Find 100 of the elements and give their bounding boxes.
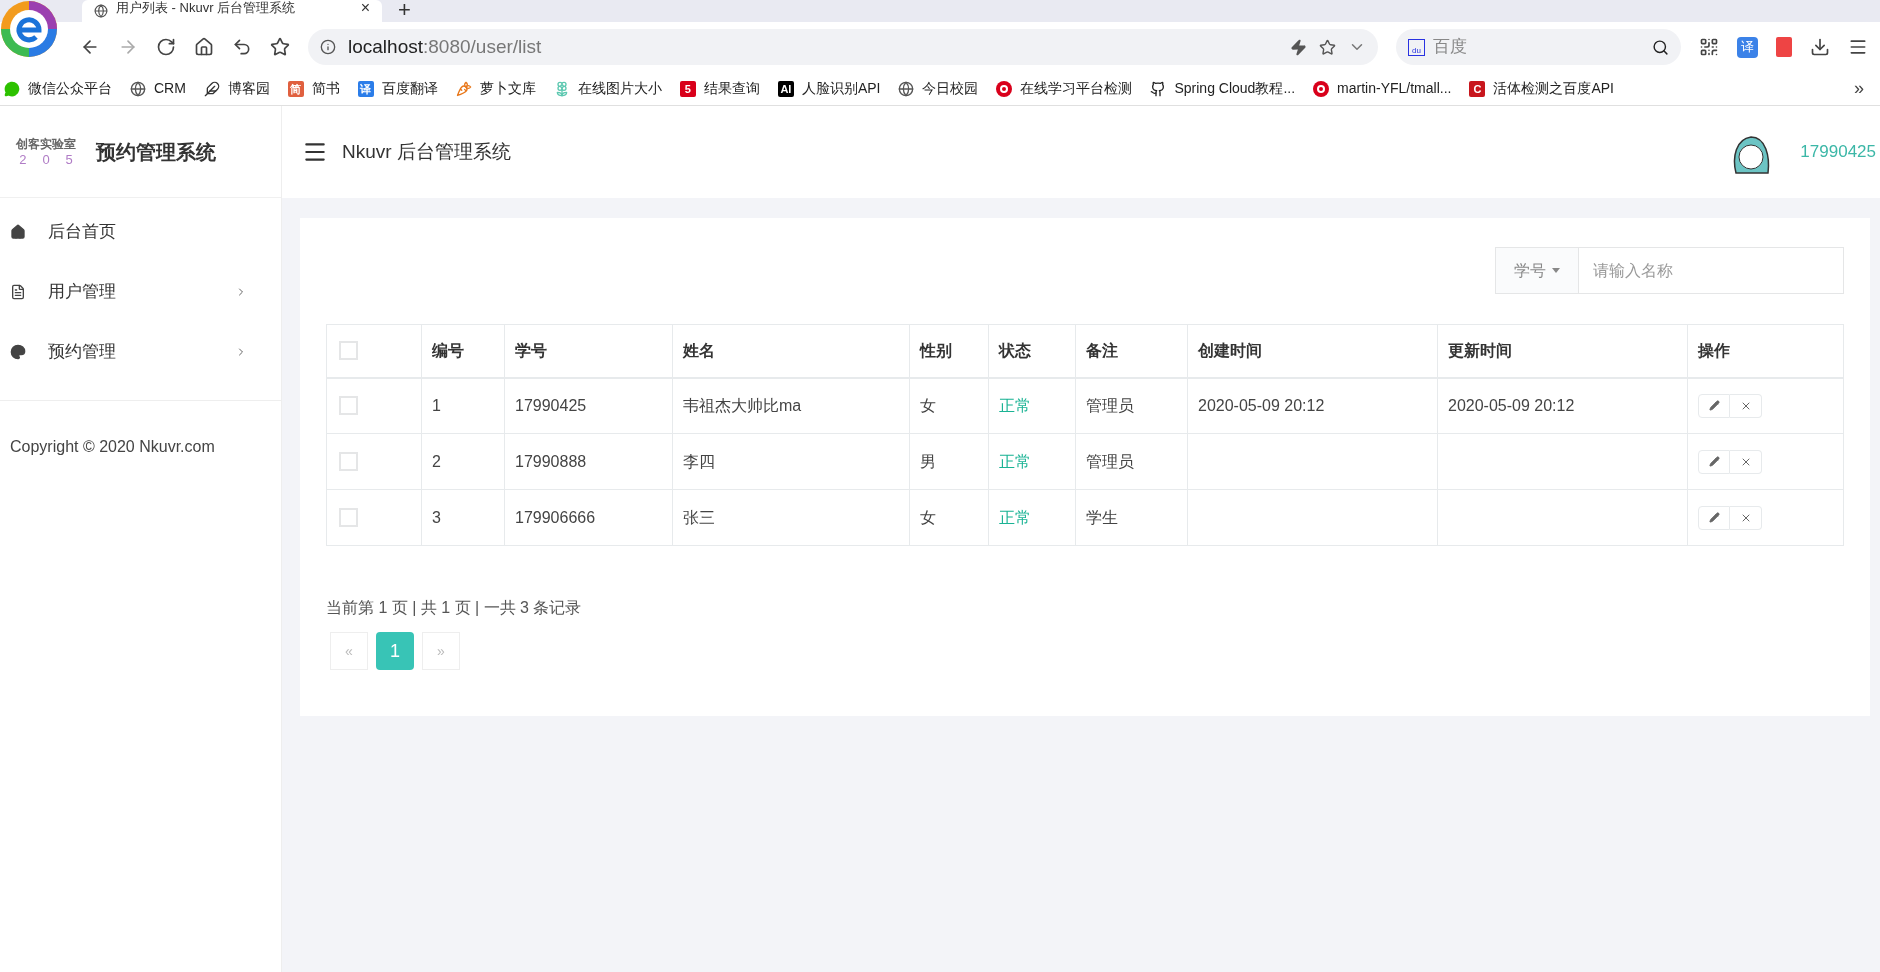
search-input[interactable]: 请输入名称 (1579, 247, 1844, 294)
caret-icon (1552, 268, 1560, 273)
table-cell: 张三 (683, 508, 715, 526)
table-cell: 李四 (683, 452, 715, 470)
table-cell: 女 (920, 396, 936, 414)
checkbox[interactable] (339, 396, 358, 416)
sidebar-item[interactable]: 用户管理 (0, 262, 281, 322)
table-cell: 3 (432, 508, 441, 526)
tab-title[interactable]: 用户列表 - Nkuvr 后台管理系统 (116, 1, 296, 15)
feather-icon (203, 80, 220, 97)
column-header: 操作 (1687, 324, 1844, 378)
logo-text: 创客实验室 (16, 137, 76, 150)
badge-icon: C (1469, 80, 1486, 97)
checkbox[interactable] (339, 341, 358, 361)
more-bookmarks[interactable]: » (1854, 75, 1864, 102)
column-header: 学号 (504, 324, 673, 378)
star-icon[interactable] (270, 37, 290, 57)
home-icon[interactable] (194, 37, 214, 57)
url-text: localhost:8080/user/list (348, 34, 542, 59)
bookmark[interactable]: Spring Cloud教程... (1174, 78, 1296, 99)
table-cell: 17990888 (515, 452, 587, 470)
bookmark[interactable]: 在线学习平台检测 (1020, 78, 1133, 99)
lightning-icon[interactable] (1290, 38, 1307, 56)
table-cell: 学生 (1086, 508, 1118, 526)
header-title: Nkuvr 后台管理系统 (342, 139, 511, 164)
column-header: 创建时间 (1187, 324, 1438, 378)
bookmark[interactable]: 简书 (311, 78, 340, 99)
column-header: 姓名 (672, 324, 910, 378)
table-cell: 17990425 (515, 396, 587, 414)
column-header: 性别 (909, 324, 989, 378)
qr-code-icon[interactable] (1699, 37, 1719, 57)
undo-icon[interactable] (232, 37, 252, 57)
bookmark[interactable]: martin-YFL/tmall... (1337, 78, 1452, 99)
palette-icon (10, 344, 26, 360)
search-field[interactable]: du 百度 (1396, 29, 1681, 65)
column-header: 备注 (1075, 324, 1188, 378)
badge-icon: 简 (287, 80, 304, 97)
new-tab-button[interactable]: + (398, 0, 411, 20)
status-text: 正常 (999, 508, 1031, 526)
table-cell: 管理员 (1086, 452, 1134, 470)
globe-icon (94, 4, 108, 18)
table-cell: 1 (432, 396, 441, 414)
bookmark[interactable]: CRM (154, 78, 186, 99)
globe-icon (130, 80, 146, 97)
badge-icon: 5 (679, 80, 696, 97)
edit-button[interactable] (1698, 393, 1730, 418)
logo-digit: 0 (42, 152, 50, 166)
field-dropdown[interactable]: 学号 (1495, 247, 1579, 294)
menu-icon[interactable] (1848, 37, 1868, 57)
edit-button[interactable] (1698, 505, 1730, 530)
bookmark[interactable]: 博客园 (227, 78, 270, 99)
table-cell: 韦祖杰大帅比ma (683, 396, 802, 414)
checkbox[interactable] (339, 508, 358, 527)
edit-icon (1708, 512, 1720, 523)
search-icon[interactable] (1652, 38, 1669, 56)
edit-button[interactable] (1698, 449, 1730, 474)
badge-icon: AI (777, 80, 794, 97)
badge-icon: 译 (357, 80, 374, 97)
paw-icon: du (1408, 38, 1425, 56)
pagination-summary: 当前第 1 页 | 共 1 页 | 一共 3 条记录 (326, 598, 583, 618)
column-header: 更新时间 (1437, 324, 1688, 378)
bookmark[interactable]: 在线图片大小 (577, 78, 662, 99)
copyright-text: Copyright © 2020 Nkuvr.com (10, 438, 215, 455)
edit-icon (1708, 456, 1720, 467)
download-icon[interactable] (1810, 37, 1830, 57)
search-placeholder: 百度 (1433, 36, 1467, 59)
logo-digit: 2 (19, 152, 27, 166)
file-icon (10, 284, 26, 300)
brand-title: 预约管理系统 (96, 139, 216, 165)
bookmark[interactable]: 今日校园 (922, 78, 979, 99)
chat-icon (4, 80, 20, 97)
tab-close[interactable]: × (360, 0, 370, 16)
status-text: 正常 (999, 396, 1031, 414)
sidebar-item[interactable]: 预约管理 (0, 322, 281, 382)
info-icon (320, 39, 336, 55)
logo-digit: 5 (65, 152, 73, 166)
table-cell: 179906666 (515, 508, 596, 526)
translate-icon[interactable]: 译 (1737, 36, 1758, 58)
carrot-icon (455, 80, 472, 97)
bookmark[interactable]: 萝卜文库 (479, 78, 536, 99)
bookmark[interactable]: 百度翻译 (381, 78, 438, 99)
home-icon (10, 224, 26, 240)
globe-icon (898, 80, 915, 97)
table-cell: 2020-05-09 20:12 (1198, 396, 1325, 414)
address-field[interactable]: localhost:8080/user/list (308, 29, 1378, 65)
bookmark[interactable]: 人脸识别API (801, 78, 881, 99)
table-cell: 管理员 (1086, 396, 1134, 414)
bookmark[interactable]: 微信公众平台 (28, 78, 112, 99)
table-cell: 2020-05-09 20:12 (1448, 396, 1575, 414)
bookmark[interactable]: 结果查询 (703, 78, 760, 99)
table-cell: 女 (920, 508, 936, 526)
bookmark[interactable]: 活体检测之百度API (1493, 78, 1614, 99)
sidebar-item[interactable]: 后台首页 (0, 202, 281, 262)
round-icon (1313, 80, 1330, 97)
reload-icon[interactable] (156, 37, 176, 57)
checkbox[interactable] (339, 452, 358, 471)
star-icon[interactable] (1319, 38, 1336, 56)
table-cell: 男 (920, 452, 936, 470)
column-header: 状态 (988, 324, 1076, 378)
table-cell: 2 (432, 452, 441, 470)
